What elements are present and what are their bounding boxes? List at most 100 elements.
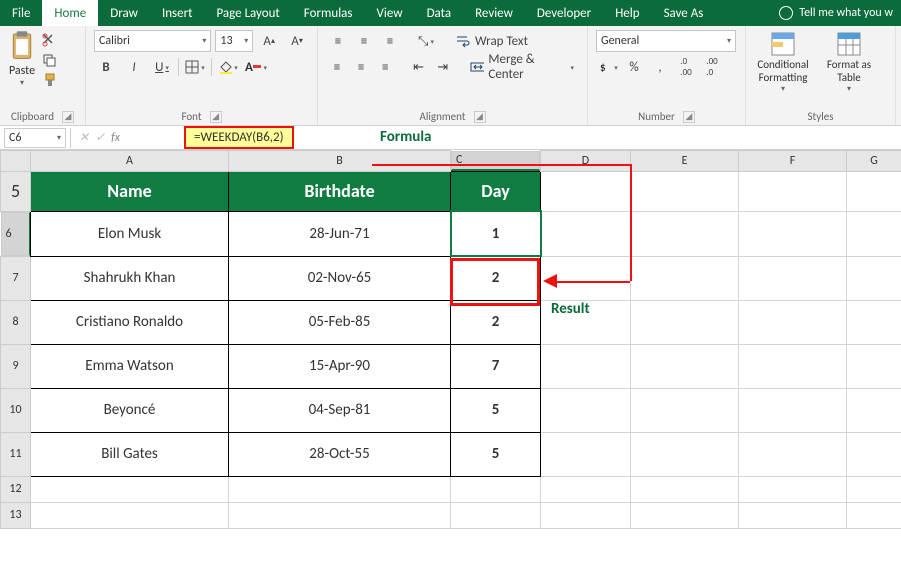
increase-font-button[interactable]: A▴ (257, 30, 281, 52)
cell[interactable] (847, 171, 901, 211)
cell[interactable] (451, 502, 541, 528)
cell-day[interactable]: 2 (451, 256, 541, 300)
bold-button[interactable]: B (94, 56, 118, 78)
tab-save-as[interactable]: Save As (652, 0, 716, 26)
decrease-font-button[interactable]: A▾ (285, 30, 309, 52)
cell-birthdate[interactable]: 02-Nov-65 (229, 256, 451, 300)
wrap-text-button[interactable]: Wrap Text (450, 30, 533, 52)
cell-birthdate[interactable]: 28-Oct-55 (229, 432, 451, 476)
cell-name[interactable]: Elon Musk (31, 211, 229, 256)
cell-birthdate[interactable]: 04-Sep-81 (229, 388, 451, 432)
align-middle-button[interactable]: ≡ (352, 30, 376, 52)
cell-name[interactable]: Beyoncé (31, 388, 229, 432)
tab-draw[interactable]: Draw (98, 0, 150, 26)
align-bottom-button[interactable]: ≡ (378, 30, 402, 52)
cell[interactable] (541, 388, 631, 432)
cell[interactable] (229, 476, 451, 502)
orientation-button[interactable]: ⤡ (414, 30, 438, 52)
cell[interactable] (541, 476, 631, 502)
select-all-corner[interactable] (1, 151, 31, 172)
cell[interactable] (541, 211, 631, 256)
cell[interactable] (739, 388, 847, 432)
cell[interactable] (541, 171, 631, 211)
number-dialog-launcher[interactable]: ◢ (683, 111, 695, 123)
cell[interactable] (847, 476, 901, 502)
row-header[interactable]: 12 (1, 476, 31, 502)
cell[interactable] (631, 388, 739, 432)
comma-button[interactable]: , (648, 56, 672, 78)
cell[interactable] (847, 300, 901, 344)
tab-insert[interactable]: Insert (150, 0, 205, 26)
cell-day[interactable]: 7 (451, 344, 541, 388)
italic-button[interactable]: I (122, 56, 146, 78)
cell[interactable] (451, 476, 541, 502)
cell-day[interactable]: 5 (451, 388, 541, 432)
number-format-select[interactable]: General▾ (596, 30, 736, 52)
cell[interactable] (847, 256, 901, 300)
tab-page-layout[interactable]: Page Layout (204, 0, 291, 26)
cell[interactable] (847, 388, 901, 432)
col-header-g[interactable]: G (847, 151, 901, 172)
col-header-a[interactable]: A (31, 151, 229, 172)
increase-decimal-button[interactable]: .0.00 (674, 56, 698, 78)
cell[interactable] (541, 502, 631, 528)
alignment-dialog-launcher[interactable]: ◢ (474, 111, 486, 123)
cell[interactable] (631, 432, 739, 476)
row-header[interactable]: 6 (1, 212, 31, 256)
increase-indent-button[interactable]: ⇥ (432, 56, 454, 78)
align-left-button[interactable]: ≡ (326, 56, 348, 78)
row-header[interactable]: 11 (1, 432, 31, 476)
decrease-indent-button[interactable]: ⇤ (408, 56, 430, 78)
tab-help[interactable]: Help (603, 0, 651, 26)
tab-view[interactable]: View (365, 0, 415, 26)
cell-day[interactable]: 2 (451, 300, 541, 344)
tab-review[interactable]: Review (463, 0, 525, 26)
row-header[interactable]: 8 (1, 300, 31, 344)
cell-birthdate[interactable]: 05-Feb-85 (229, 300, 451, 344)
cell[interactable] (31, 502, 229, 528)
cell[interactable] (541, 344, 631, 388)
tab-file[interactable]: File (0, 0, 42, 26)
cell[interactable] (631, 344, 739, 388)
cell[interactable] (739, 171, 847, 211)
align-center-button[interactable]: ≡ (350, 56, 372, 78)
cell[interactable] (229, 502, 451, 528)
cell[interactable] (847, 211, 901, 256)
col-header-b[interactable]: B (229, 151, 451, 172)
row-header[interactable]: 9 (1, 344, 31, 388)
row-header[interactable]: 13 (1, 502, 31, 528)
cell[interactable] (631, 502, 739, 528)
format-painter-button[interactable] (40, 72, 60, 88)
align-right-button[interactable]: ≡ (374, 56, 396, 78)
enter-formula-icon[interactable]: ✓ (95, 130, 105, 145)
cell[interactable] (847, 432, 901, 476)
cell[interactable] (739, 211, 847, 256)
col-header-c[interactable]: C (451, 151, 540, 171)
cell[interactable] (739, 432, 847, 476)
row-header[interactable]: 7 (1, 256, 31, 300)
cell[interactable] (739, 502, 847, 528)
cell[interactable] (847, 344, 901, 388)
cell-birthdate[interactable]: 15-Apr-90 (229, 344, 451, 388)
cell-birthdate[interactable]: 28-Jun-71 (229, 211, 451, 256)
cut-button[interactable] (40, 32, 60, 48)
font-dialog-launcher[interactable]: ◢ (210, 111, 222, 123)
tab-data[interactable]: Data (415, 0, 464, 26)
fx-icon[interactable]: fx (111, 131, 120, 145)
cell-day[interactable]: 1 (451, 211, 541, 256)
row-header[interactable]: 5 (1, 171, 31, 211)
tab-developer[interactable]: Developer (525, 0, 603, 26)
cell-name[interactable]: Shahrukh Khan (31, 256, 229, 300)
accounting-format-button[interactable]: $ (596, 56, 620, 78)
align-top-button[interactable]: ≡ (326, 30, 350, 52)
cancel-formula-icon[interactable]: ✕ (79, 130, 89, 145)
grid-table[interactable]: A B C D E F G 5 Name Birthdate Day 6Elon… (0, 150, 901, 529)
tab-home[interactable]: Home (42, 0, 98, 26)
cell-header-birthdate[interactable]: Birthdate (229, 171, 451, 211)
merge-center-button[interactable]: Merge & Center (465, 56, 579, 78)
cell[interactable] (631, 256, 739, 300)
col-header-f[interactable]: F (739, 151, 847, 172)
formula-input[interactable]: =WEEKDAY(B6,2) (128, 128, 901, 148)
cell[interactable] (739, 256, 847, 300)
cell[interactable] (631, 211, 739, 256)
